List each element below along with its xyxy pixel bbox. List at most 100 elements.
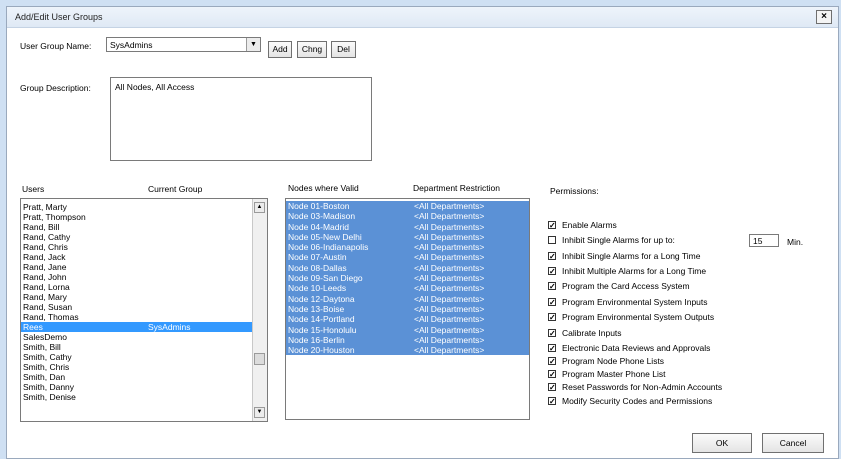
checkbox[interactable]: ✓ [548, 383, 556, 392]
table-row[interactable]: Node 05-New Delhi <All Departments> [286, 231, 529, 243]
node-name: Node 04-Madrid [288, 221, 349, 232]
add-button[interactable]: Add [268, 41, 292, 58]
table-row[interactable]: Node 09-San Diego <All Departments> [286, 273, 529, 284]
check-icon: ✓ [549, 221, 556, 230]
department-column-header: Department Restriction [413, 183, 500, 193]
check-icon: ✓ [549, 383, 556, 392]
permission-label: Inhibit Multiple Alarms for a Long Time [562, 266, 707, 276]
checkbox[interactable]: ✓ [548, 329, 556, 338]
permission-label: Modify Security Codes and Permissions [562, 396, 713, 406]
checkbox[interactable] [548, 236, 556, 244]
table-row[interactable]: Rand, Jane [21, 262, 254, 272]
user-name: Rand, John [23, 272, 67, 282]
scroll-up-icon[interactable]: ▲ [254, 202, 265, 213]
table-row[interactable]: Rand, Lorna [21, 282, 254, 292]
delete-button[interactable]: Del [331, 41, 356, 58]
checkbox[interactable]: ✓ [548, 267, 556, 276]
node-name: Node 20-Houston [288, 345, 355, 356]
table-row[interactable]: Node 03-Madison <All Departments> [286, 211, 529, 222]
permission-label: Program Node Phone Lists [562, 356, 665, 366]
checkbox[interactable]: ✓ [548, 298, 556, 307]
permission-label: Inhibit Single Alarms for up to: [562, 235, 675, 245]
user-name: Rand, Susan [23, 302, 73, 312]
table-row[interactable]: Node 06-Indianapolis <All Departments> [286, 242, 529, 253]
group-description-field[interactable]: All Nodes, All Access [110, 77, 372, 161]
check-icon: ✓ [549, 282, 556, 291]
permissions-label: Permissions: [550, 186, 599, 196]
check-icon: ✓ [549, 357, 556, 366]
user-name: Smith, Danny [23, 382, 75, 392]
checkbox[interactable]: ✓ [548, 397, 556, 406]
table-row[interactable]: Node 14-Portland <All Departments> [286, 314, 529, 325]
table-row[interactable]: Rand, Cathy [21, 232, 254, 242]
user-name: Smith, Cathy [23, 352, 72, 362]
table-row[interactable]: Rand, Susan [21, 302, 254, 312]
close-icon: × [821, 11, 827, 22]
table-row[interactable]: Pratt, Marty [21, 202, 254, 212]
user-name: Rand, Jack [23, 252, 66, 262]
table-row[interactable]: Node 01-Boston <All Departments> [286, 201, 529, 212]
cancel-button[interactable]: Cancel [762, 433, 824, 453]
table-row[interactable]: Rand, Thomas [21, 312, 254, 322]
check-icon: ✓ [549, 370, 556, 379]
user-name: Rand, Cathy [23, 232, 71, 242]
checkbox[interactable]: ✓ [548, 252, 556, 261]
user-name: Pratt, Marty [23, 202, 67, 212]
table-row[interactable]: Node 20-Houston <All Departments> [286, 345, 529, 356]
user-name: Rand, Jane [23, 262, 67, 272]
table-row[interactable]: Smith, Cathy [21, 352, 254, 362]
minutes-input[interactable]: 15 [749, 234, 779, 247]
scroll-down-icon[interactable]: ▼ [254, 407, 265, 418]
close-button[interactable]: × [816, 10, 832, 24]
table-row[interactable]: Node 08-Dallas <All Departments> [286, 262, 529, 274]
ok-button[interactable]: OK [692, 433, 752, 453]
table-row[interactable]: Smith, Denise [21, 392, 254, 402]
checkbox[interactable]: ✓ [548, 282, 556, 291]
minutes-value: 15 [753, 236, 763, 246]
table-row[interactable]: Rand, Bill [21, 222, 254, 232]
table-row[interactable]: Smith, Bill [21, 342, 254, 352]
table-row[interactable]: Smith, Danny [21, 382, 254, 392]
node-department: <All Departments> [414, 201, 485, 211]
table-row[interactable]: Node 13-Boise <All Departments> [286, 303, 529, 315]
node-department: <All Departments> [414, 242, 485, 253]
user-name: Rand, Mary [23, 292, 67, 302]
permission-label: Calibrate Inputs [562, 328, 622, 338]
nodes-column-header: Nodes where Valid [288, 183, 359, 193]
change-button[interactable]: Chng [297, 41, 327, 58]
table-row[interactable]: Rees SysAdmins [21, 322, 254, 332]
checkbox[interactable]: ✓ [548, 313, 556, 322]
table-row[interactable]: SalesDemo [21, 332, 254, 342]
table-row[interactable]: Node 15-Honolulu <All Departments> [286, 324, 529, 335]
users-scrollbar[interactable]: ▲ ▼ [252, 199, 267, 421]
table-row[interactable]: Node 07-Austin <All Departments> [286, 252, 529, 263]
user-name: SalesDemo [23, 332, 67, 342]
checkbox[interactable]: ✓ [548, 370, 556, 379]
node-name: Node 16-Berlin [288, 334, 345, 345]
checkbox[interactable]: ✓ [548, 344, 556, 353]
permission-label: Program the Card Access System [562, 281, 690, 291]
table-row[interactable]: Smith, Chris [21, 362, 254, 372]
node-name: Node 01-Boston [288, 201, 350, 211]
table-row[interactable]: Rand, Chris [21, 242, 254, 252]
table-row[interactable]: Rand, John [21, 272, 254, 282]
table-row[interactable]: Pratt, Thompson [21, 212, 254, 222]
checkbox[interactable]: ✓ [548, 357, 556, 366]
checkbox[interactable]: ✓ [548, 221, 556, 230]
node-name: Node 12-Daytona [288, 293, 355, 304]
table-row[interactable]: Node 12-Daytona <All Departments> [286, 293, 529, 304]
table-row[interactable]: Smith, Dan [21, 372, 254, 382]
users-list[interactable]: Pratt, Marty Pratt, Thompson Rand, Bill Ran… [20, 198, 268, 422]
node-department: <All Departments> [414, 252, 485, 263]
permission-label: Reset Passwords for Non-Admin Accounts [562, 382, 723, 392]
table-row[interactable]: Node 10-Leeds <All Departments> [286, 283, 529, 294]
nodes-list[interactable]: Node 01-Boston <All Departments> Node 03-M… [285, 198, 530, 420]
table-row[interactable]: Node 04-Madrid <All Departments> [286, 221, 529, 232]
node-name: Node 09-San Diego [288, 273, 363, 284]
table-row[interactable]: Rand, Jack [21, 252, 254, 262]
table-row[interactable]: Rand, Mary [21, 292, 254, 302]
group-name-select[interactable]: SysAdmins ▼ [106, 37, 261, 52]
scroll-thumb[interactable] [254, 353, 265, 365]
chevron-down-icon[interactable]: ▼ [246, 38, 260, 51]
table-row[interactable]: Node 16-Berlin <All Departments> [286, 334, 529, 346]
